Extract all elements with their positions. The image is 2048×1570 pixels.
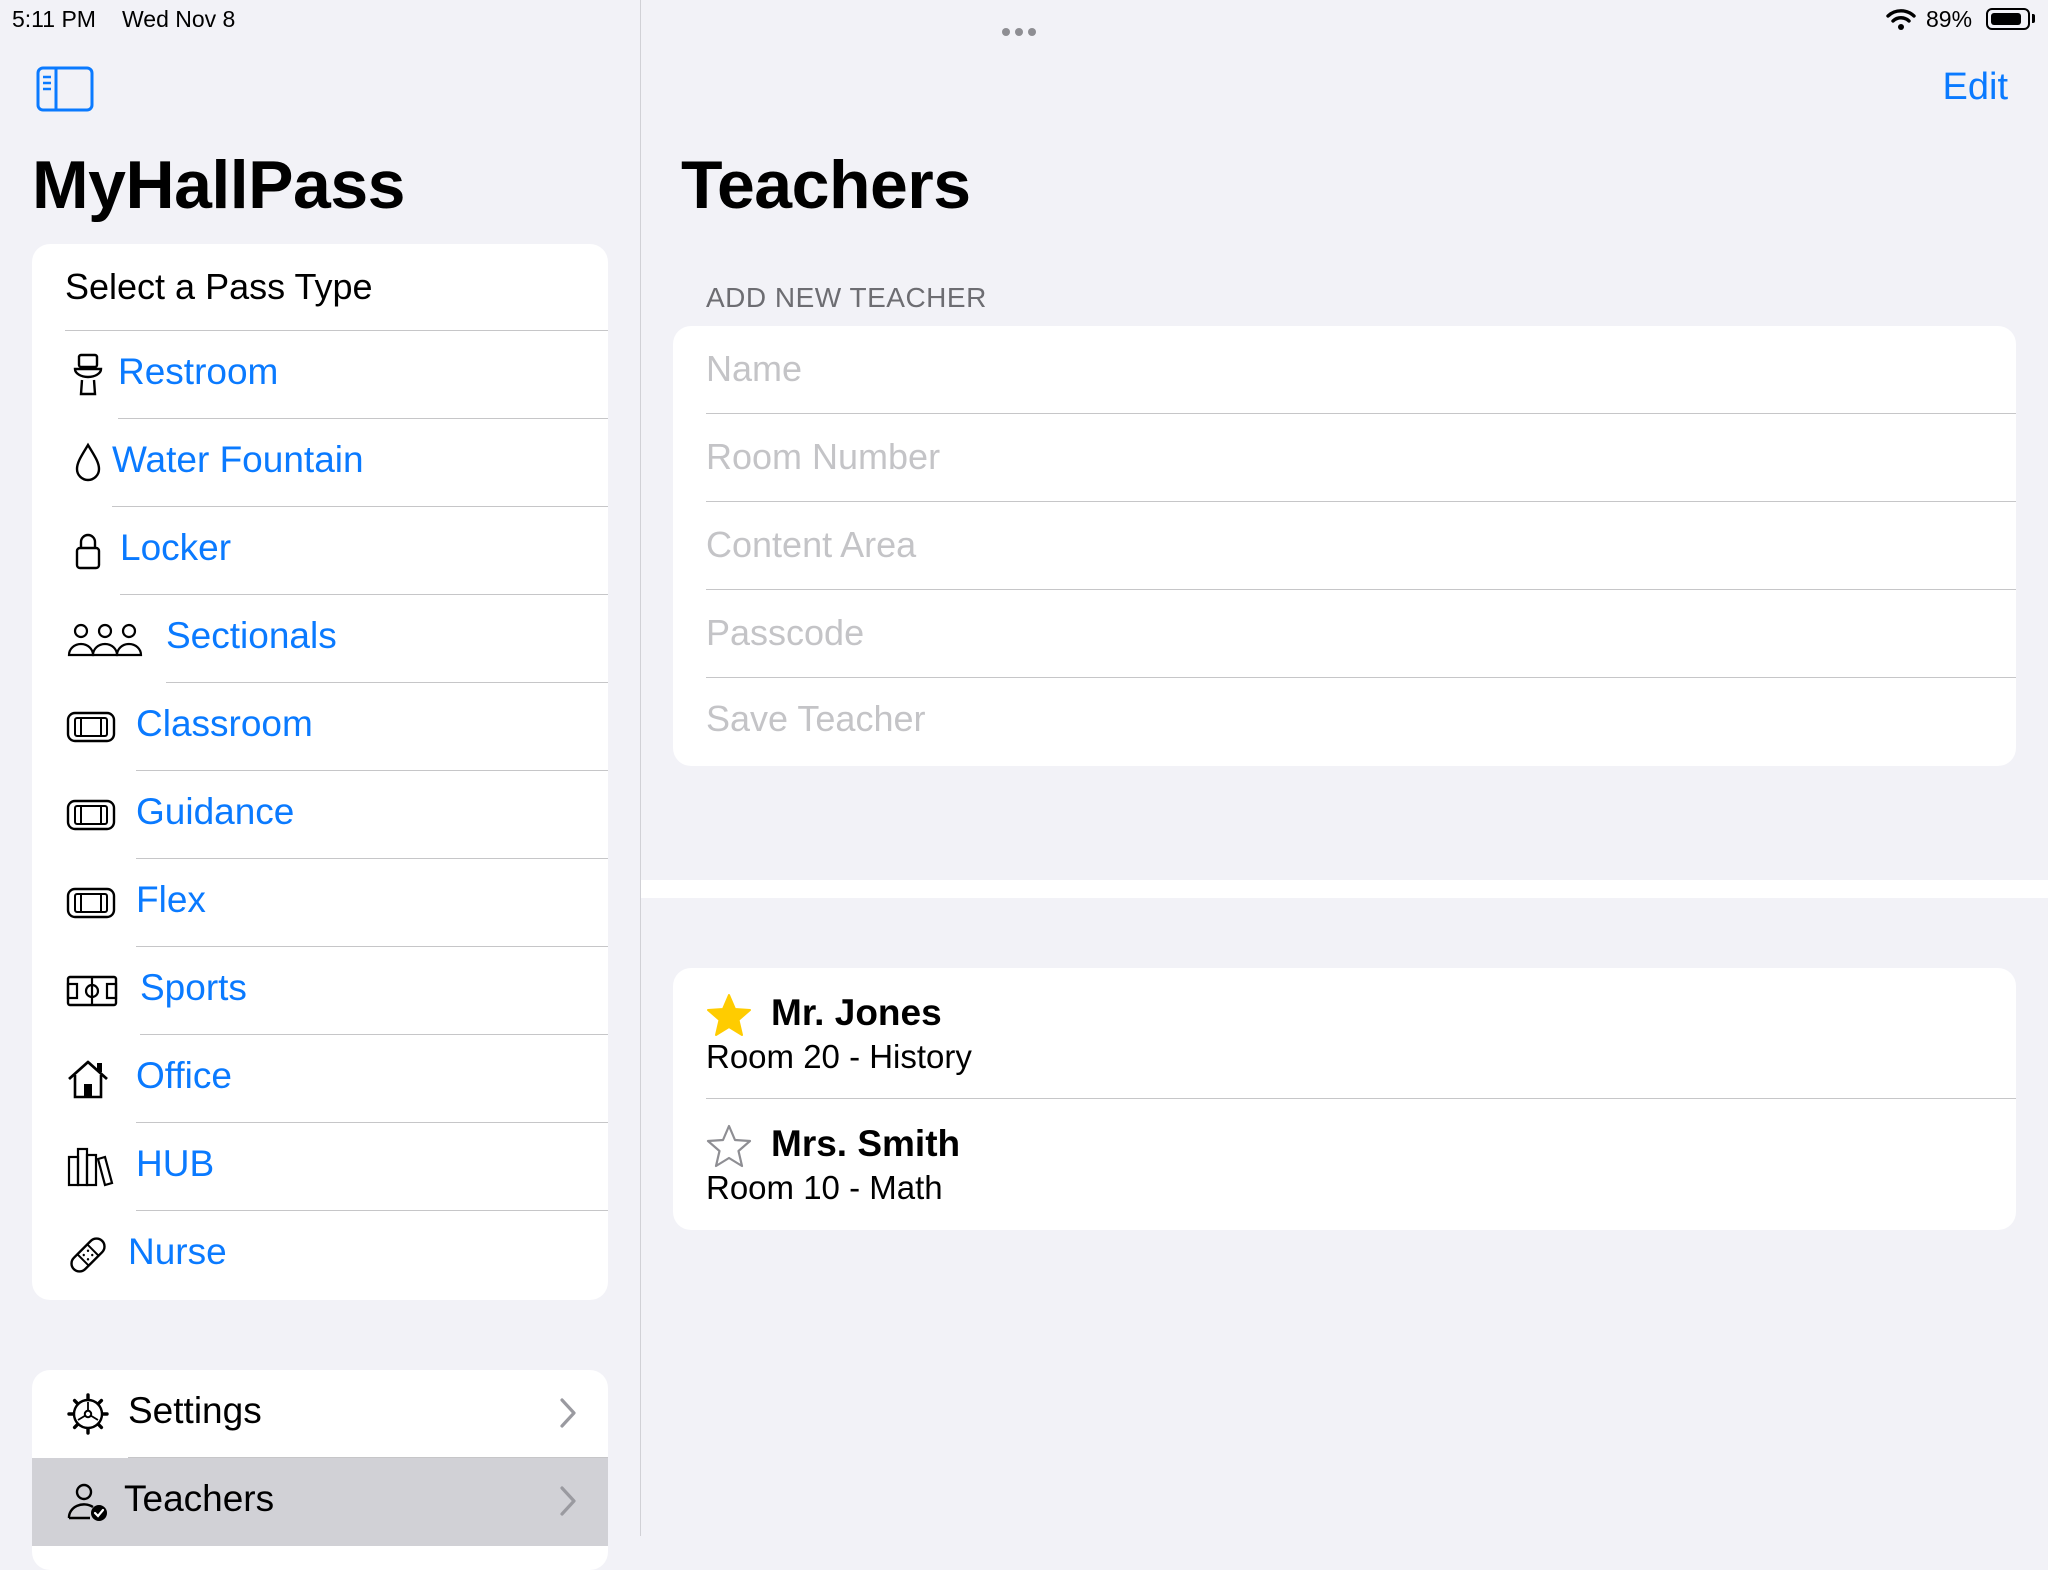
teacher-name: Mrs. Smith: [771, 1123, 961, 1164]
pass-type-list: Select a Pass Type Restroom Water Founta…: [32, 244, 608, 1300]
pass-type-restroom[interactable]: Restroom: [32, 331, 608, 419]
pass-type-header: Select a Pass Type: [65, 266, 373, 307]
drop-icon: [75, 442, 101, 482]
pass-type-guidance[interactable]: Guidance: [32, 771, 608, 859]
nav-item-teachers[interactable]: Teachers: [32, 1458, 608, 1546]
film-icon: [66, 711, 116, 743]
nav-item-settings[interactable]: Settings: [32, 1370, 608, 1458]
wifi-icon: [1886, 9, 1916, 30]
star-outline-icon[interactable]: [705, 1123, 753, 1169]
teacher-list: Mr. Jones Room 20 - History Mrs. Smith R…: [673, 968, 2016, 1230]
save-teacher-button[interactable]: Save Teacher: [673, 678, 2016, 766]
teacher-detail: Room 10 - Math: [706, 1169, 943, 1206]
pass-type-label: Locker: [120, 527, 232, 568]
status-bar: 5:11 PM Wed Nov 8 89%: [0, 0, 2048, 40]
pass-type-label: Guidance: [136, 791, 295, 832]
nav-item-label: Settings: [128, 1390, 262, 1431]
pass-type-label: Flex: [136, 879, 206, 920]
pass-type-flex[interactable]: Flex: [32, 859, 608, 947]
chevron-right-icon: [560, 1486, 576, 1516]
pass-type-label: HUB: [136, 1143, 215, 1184]
sidebar-toggle-icon[interactable]: [36, 66, 94, 112]
pass-type-label: Nurse: [128, 1231, 227, 1272]
lock-icon: [75, 533, 101, 570]
passcode-field[interactable]: [706, 606, 1966, 660]
film-icon: [66, 799, 116, 831]
room-number-field[interactable]: [706, 430, 1966, 484]
add-teacher-section-header: ADD NEW TEACHER: [706, 282, 987, 313]
add-teacher-form: Save Teacher: [673, 326, 2016, 766]
sidebar: MyHallPass Select a Pass Type Restroom W…: [0, 0, 640, 1570]
pass-type-classroom[interactable]: Classroom: [32, 683, 608, 771]
passcode-row: [673, 590, 2016, 678]
content-area-row: [673, 502, 2016, 590]
pass-type-water-fountain[interactable]: Water Fountain: [32, 419, 608, 507]
main-panel: Edit Teachers ADD NEW TEACHER Save Teach…: [641, 0, 2048, 1536]
pass-type-label: Sports: [140, 967, 247, 1008]
pass-type-sectionals[interactable]: Sectionals: [32, 595, 608, 683]
edit-button[interactable]: Edit: [1943, 66, 2008, 109]
teacher-name: Mr. Jones: [771, 992, 942, 1033]
pass-type-label: Office: [136, 1055, 232, 1096]
gear-icon: [67, 1393, 109, 1435]
group-icon: [67, 623, 143, 657]
battery-percentage: 89%: [1926, 6, 1973, 32]
status-time: 5:11 PM: [12, 6, 96, 32]
chevron-right-icon: [560, 1398, 576, 1428]
books-icon: [67, 1147, 114, 1187]
person-check-icon: [67, 1483, 107, 1521]
nav-item-label: Teachers: [124, 1478, 275, 1519]
page-title: Teachers: [681, 147, 971, 223]
toilet-icon: [73, 353, 103, 396]
name-field[interactable]: [706, 342, 1966, 396]
name-row: [673, 326, 2016, 414]
film-icon: [66, 887, 116, 919]
teacher-row[interactable]: Mr. Jones Room 20 - History: [673, 968, 2016, 1099]
sports-court-icon: [66, 975, 118, 1007]
teacher-detail: Room 20 - History: [706, 1038, 972, 1075]
multitasking-dots-icon[interactable]: [1002, 15, 1041, 42]
pass-type-office[interactable]: Office: [32, 1035, 608, 1123]
battery-icon: [1986, 8, 2030, 30]
star-filled-icon[interactable]: [705, 992, 753, 1038]
app-title: MyHallPass: [32, 147, 405, 223]
status-date: Wed Nov 8: [122, 6, 236, 32]
pass-type-label: Sectionals: [166, 615, 337, 656]
bandage-icon: [70, 1237, 106, 1273]
content-area-field[interactable]: [706, 518, 1966, 572]
pass-type-locker[interactable]: Locker: [32, 507, 608, 595]
pass-type-sports[interactable]: Sports: [32, 947, 608, 1035]
house-icon: [68, 1060, 108, 1099]
pass-type-label: Classroom: [136, 703, 313, 744]
pass-type-label: Water Fountain: [112, 439, 364, 480]
save-teacher-label: Save Teacher: [706, 698, 926, 739]
pass-type-hub[interactable]: HUB: [32, 1123, 608, 1211]
room-number-row: [673, 414, 2016, 502]
pass-type-nurse[interactable]: Nurse: [32, 1211, 608, 1299]
navigation-list: Settings Teachers: [32, 1370, 608, 1570]
pass-type-label: Restroom: [118, 351, 279, 392]
teacher-row[interactable]: Mrs. Smith Room 10 - Math: [673, 1099, 2016, 1230]
